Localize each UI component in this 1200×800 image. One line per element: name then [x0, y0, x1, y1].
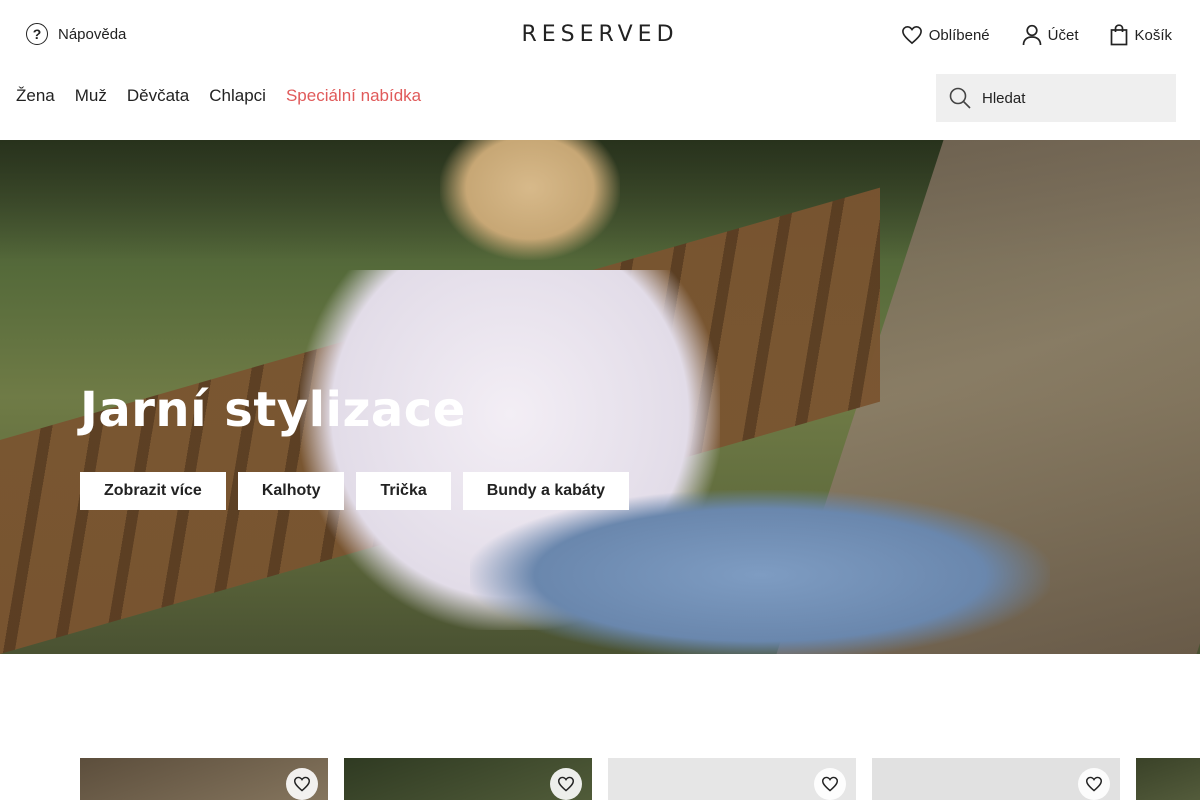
product-card[interactable]: [344, 758, 592, 800]
hero-banner[interactable]: Jarní stylizace Zobrazit více Kalhoty Tr…: [0, 140, 1200, 654]
product-card[interactable]: [872, 758, 1120, 800]
main-nav: Žena Muž Děvčata Chlapci Speciální nabíd…: [0, 70, 1200, 140]
category-links: Žena Muž Děvčata Chlapci Speciální nabíd…: [16, 86, 421, 106]
user-icon: [1022, 24, 1041, 46]
tshirts-button[interactable]: Trička: [356, 472, 451, 510]
user-actions: Oblíbené Účet Košík: [869, 24, 1172, 46]
cart-link[interactable]: Košík: [1110, 24, 1172, 46]
hero-buttons: Zobrazit více Kalhoty Trička Bundy a kab…: [80, 472, 630, 510]
product-card[interactable]: [1136, 758, 1200, 800]
favorite-button[interactable]: [1078, 768, 1110, 800]
hero-image-jeans: [470, 490, 1050, 654]
product-card[interactable]: [80, 758, 328, 800]
favorite-button[interactable]: [550, 768, 582, 800]
nav-item-devcata[interactable]: Děvčata: [127, 86, 189, 106]
nav-item-chlapci[interactable]: Chlapci: [209, 86, 266, 106]
account-label: Účet: [1047, 26, 1079, 44]
heart-icon: [901, 25, 922, 45]
jackets-coats-button[interactable]: Bundy a kabáty: [462, 472, 630, 510]
nav-item-zena[interactable]: Žena: [16, 86, 55, 106]
search-input[interactable]: [982, 89, 1162, 107]
product-strip: [80, 758, 1200, 800]
hero-image-hair: [440, 140, 620, 260]
show-more-button[interactable]: Zobrazit více: [80, 472, 226, 510]
heart-icon: [821, 776, 839, 792]
search-box[interactable]: [936, 74, 1176, 122]
top-bar: ? Nápověda RESERVED Oblíbené Účet Košík: [0, 0, 1200, 70]
nav-item-muz[interactable]: Muž: [75, 86, 107, 106]
trousers-button[interactable]: Kalhoty: [237, 472, 345, 510]
account-link[interactable]: Účet: [1022, 24, 1079, 46]
favorites-label: Oblíbené: [928, 26, 990, 44]
hero-title: Jarní stylizace: [80, 382, 466, 438]
nav-item-special-offer[interactable]: Speciální nabídka: [286, 86, 421, 106]
heart-icon: [1085, 776, 1103, 792]
cart-label: Košík: [1134, 26, 1172, 44]
favorites-link[interactable]: Oblíbené: [901, 25, 990, 45]
favorite-button[interactable]: [286, 768, 318, 800]
heart-icon: [557, 776, 575, 792]
search-icon[interactable]: [948, 86, 972, 110]
product-card[interactable]: [608, 758, 856, 800]
heart-icon: [293, 776, 311, 792]
shopping-bag-icon: [1111, 24, 1128, 46]
favorite-button[interactable]: [814, 768, 846, 800]
